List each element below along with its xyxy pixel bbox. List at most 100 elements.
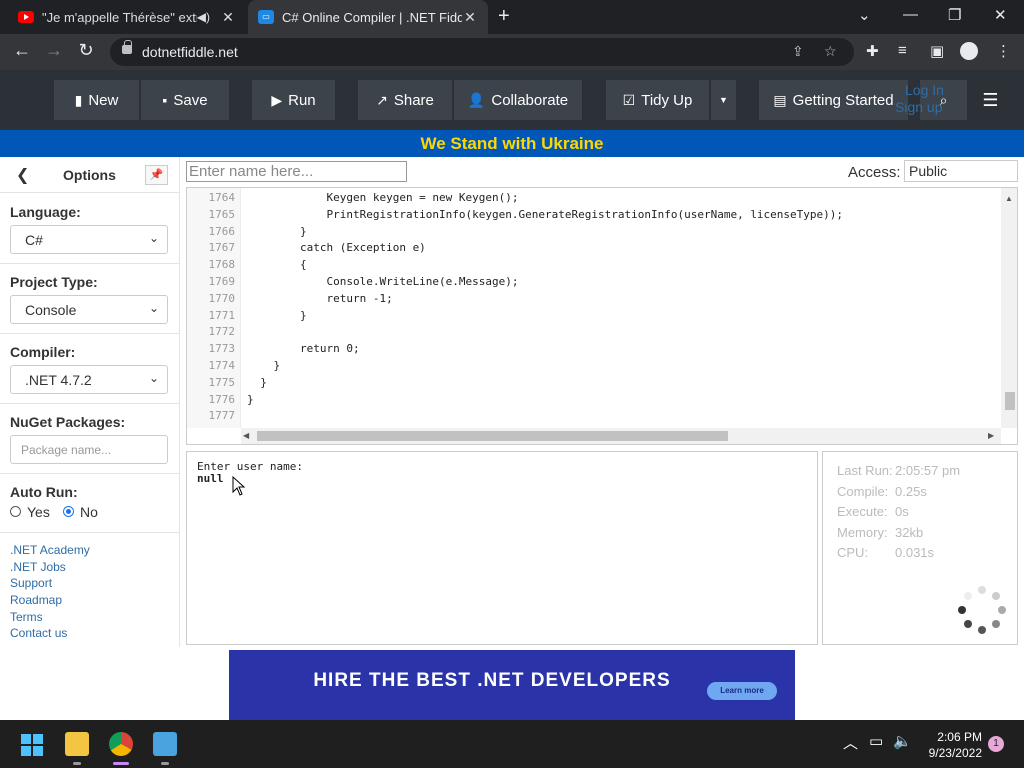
side-panel-icon[interactable]: ▣ bbox=[930, 42, 944, 60]
browser-tab-youtube[interactable]: "Je m'appelle Thérèse" extrai ◀) ✕ bbox=[8, 0, 246, 34]
auto-run-no-radio[interactable] bbox=[63, 506, 74, 517]
memory-value: 32kb bbox=[895, 525, 924, 540]
tab-search-icon[interactable]: ⌄ bbox=[858, 6, 871, 24]
share-icon: ↗ bbox=[376, 91, 388, 108]
line-number: 1776 bbox=[208, 392, 236, 406]
notification-badge[interactable]: 1 bbox=[988, 736, 1004, 752]
line-number: 1764 bbox=[208, 191, 236, 204]
collapse-sidebar-icon[interactable]: ❮ bbox=[16, 165, 29, 185]
extensions-icon[interactable]: ✚ bbox=[866, 42, 879, 60]
address-bar[interactable]: dotnetfiddle.net ⇪ ☆ bbox=[110, 38, 854, 66]
spinner-dot bbox=[992, 592, 1000, 600]
close-window-icon[interactable]: ✕ bbox=[994, 6, 1007, 24]
link-terms[interactable]: Terms bbox=[10, 610, 43, 624]
link-net-academy[interactable]: .NET Academy bbox=[10, 543, 90, 557]
compiler-value: .NET 4.7.2 bbox=[25, 372, 92, 388]
code-line[interactable]: PrintRegistrationInfo(keygen.GenerateReg… bbox=[247, 208, 843, 221]
lock-icon[interactable] bbox=[122, 40, 132, 54]
auto-run-yes-radio[interactable] bbox=[10, 506, 21, 517]
vertical-scroll-thumb[interactable] bbox=[1005, 392, 1015, 410]
tidy-up-dropdown-button[interactable]: ▼ bbox=[711, 80, 737, 120]
auto-run-yes-label[interactable]: Yes bbox=[27, 504, 50, 520]
user-icon: 👤 bbox=[467, 91, 486, 108]
ad-banner[interactable]: HIRE THE BEST .NET DEVELOPERS Learn more bbox=[229, 650, 795, 720]
new-tab-icon[interactable]: + bbox=[498, 5, 510, 28]
file-explorer-icon[interactable] bbox=[65, 732, 89, 756]
speaker-icon[interactable]: ◀) bbox=[197, 10, 210, 24]
clock-date: 9/23/2022 bbox=[928, 746, 982, 760]
login-link[interactable]: Log In bbox=[895, 82, 944, 99]
project-type-select[interactable]: Console ⌄ bbox=[10, 295, 168, 324]
share-button[interactable]: ↗ Share bbox=[358, 80, 453, 120]
code-line[interactable]: } bbox=[247, 359, 280, 372]
menu-button[interactable]: ☰ bbox=[972, 80, 1010, 120]
close-tab-icon[interactable]: ✕ bbox=[462, 9, 478, 26]
horizontal-scroll-thumb[interactable] bbox=[257, 431, 728, 441]
scroll-up-icon[interactable]: ▲ bbox=[1005, 194, 1013, 203]
scroll-left-icon[interactable]: ◀ bbox=[243, 431, 249, 440]
network-icon[interactable]: ▭ bbox=[869, 732, 883, 750]
code-line[interactable]: { bbox=[247, 258, 307, 271]
system-clock[interactable]: 2:06 PM 9/23/2022 bbox=[918, 729, 982, 761]
fiddle-name-input[interactable]: Enter name here... bbox=[186, 161, 407, 182]
code-line[interactable]: return -1; bbox=[247, 292, 392, 305]
project-type-label: Project Type: bbox=[10, 274, 98, 290]
chrome-icon[interactable] bbox=[109, 732, 133, 756]
chevron-up-icon[interactable]: ︿ bbox=[843, 732, 858, 753]
link-net-jobs[interactable]: .NET Jobs bbox=[10, 560, 66, 574]
compile-label: Compile: bbox=[837, 484, 889, 499]
getting-started-button[interactable]: ▤ Getting Started bbox=[759, 80, 909, 120]
save-button[interactable]: ▪ Save bbox=[141, 80, 230, 120]
notepad-icon[interactable] bbox=[153, 732, 177, 756]
tidy-up-button[interactable]: ☑ Tidy Up bbox=[606, 80, 710, 120]
spinner-dot bbox=[964, 592, 972, 600]
code-line[interactable]: } bbox=[247, 376, 267, 389]
run-button[interactable]: ▶ Run bbox=[252, 80, 336, 120]
compiler-select[interactable]: .NET 4.7.2 ⌄ bbox=[10, 365, 168, 394]
share-page-icon[interactable]: ⇪ bbox=[792, 43, 804, 60]
close-tab-icon[interactable]: ✕ bbox=[220, 9, 236, 26]
code-line[interactable]: } bbox=[247, 309, 307, 322]
chevron-down-icon: ⌄ bbox=[148, 371, 159, 385]
code-line[interactable]: return 0; bbox=[247, 342, 360, 355]
bookmark-star-icon[interactable]: ☆ bbox=[824, 43, 837, 60]
new-button[interactable]: ▮ New bbox=[54, 80, 140, 120]
collaborate-button[interactable]: 👤 Collaborate bbox=[454, 80, 583, 120]
back-icon[interactable]: ← bbox=[10, 40, 34, 61]
profile-avatar[interactable] bbox=[960, 42, 978, 60]
tidy-up-label: Tidy Up bbox=[641, 91, 693, 109]
minimize-icon[interactable]: — bbox=[903, 6, 918, 23]
scroll-right-icon[interactable]: ▶ bbox=[988, 431, 994, 440]
media-control-icon[interactable]: ≡ bbox=[898, 42, 907, 59]
windows-start-icon[interactable] bbox=[21, 734, 43, 756]
code-line[interactable]: Console.WriteLine(e.Message); bbox=[247, 275, 518, 288]
pin-icon[interactable]: 📌 bbox=[145, 165, 168, 185]
menu-kebab-icon[interactable]: ⋮ bbox=[996, 42, 1011, 60]
reload-icon[interactable]: ↻ bbox=[74, 40, 98, 61]
nuget-package-input[interactable]: Package name... bbox=[10, 435, 168, 464]
share-label: Share bbox=[393, 91, 434, 109]
code-line[interactable]: } bbox=[247, 225, 307, 238]
code-line[interactable]: } bbox=[247, 393, 254, 406]
language-select[interactable]: C# ⌄ bbox=[10, 225, 168, 254]
code-line[interactable]: Keygen keygen = new Keygen(); bbox=[247, 191, 518, 204]
restore-icon[interactable]: ❐ bbox=[948, 6, 961, 24]
link-support[interactable]: Support bbox=[10, 576, 52, 590]
output-console[interactable]: Enter user name: null bbox=[186, 451, 818, 645]
spinner-dot bbox=[992, 620, 1000, 628]
access-select[interactable]: Public bbox=[904, 160, 1018, 182]
link-roadmap[interactable]: Roadmap bbox=[10, 593, 62, 607]
auto-run-no-label[interactable]: No bbox=[80, 504, 98, 520]
ukraine-banner[interactable]: We Stand with Ukraine bbox=[0, 130, 1024, 157]
code-editor[interactable]: 1764 Keygen keygen = new Keygen(); 1765 P… bbox=[186, 187, 1018, 445]
browser-tab-fiddle[interactable]: ▭ C# Online Compiler | .NET Fiddle ✕ bbox=[248, 0, 488, 34]
forward-icon[interactable]: → bbox=[42, 40, 66, 61]
line-number: 1766 bbox=[208, 224, 236, 238]
link-contact-us[interactable]: Contact us bbox=[10, 626, 67, 640]
signup-link[interactable]: Sign up bbox=[895, 99, 944, 116]
volume-icon[interactable]: 🔈 bbox=[893, 732, 912, 750]
save-label: Save bbox=[173, 91, 208, 109]
code-line[interactable]: catch (Exception e) bbox=[247, 241, 426, 254]
fiddle-header: ▮ New ▪ Save ▶ Run ↗ Share 👤 Collaborate… bbox=[0, 70, 1024, 130]
ad-learn-more-button[interactable]: Learn more bbox=[707, 682, 777, 700]
